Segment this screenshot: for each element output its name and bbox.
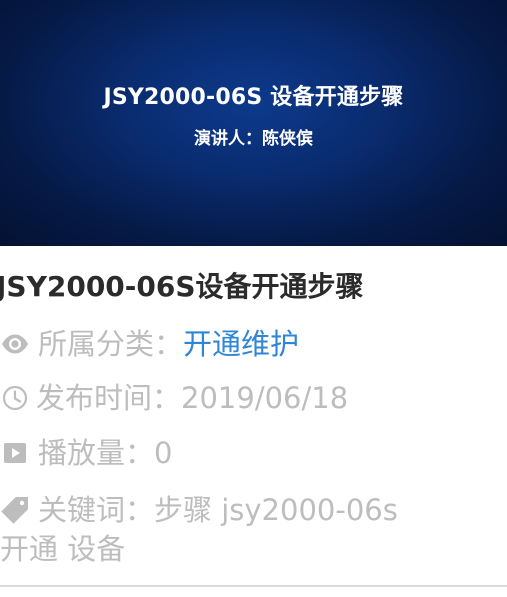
keywords-label: 关键词： (38, 493, 155, 527)
category-row: 所属分类： 开通维护 (0, 325, 299, 363)
video-cover-banner[interactable]: JSY2000-06S 设备开通步骤 演讲人：陈侠傧 (0, 0, 507, 246)
publish-date-row: 发布时间： 2019/06/18 (0, 379, 348, 417)
banner-title: JSY2000-06S 设备开通步骤 (103, 85, 404, 110)
publish-date-label: 发布时间： (36, 381, 182, 415)
eye-icon (0, 329, 30, 359)
keywords-value-line2: 开通 设备 (0, 532, 126, 566)
video-title: JSY2000-06S设备开通步骤 (0, 270, 364, 303)
play-count-row: 播放量： 0 (0, 434, 172, 472)
divider (0, 585, 507, 587)
video-detail-page: JSY2000-06S 设备开通步骤 演讲人：陈侠傧 JSY2000-06S设备… (0, 0, 507, 597)
play-count-value: 0 (154, 436, 173, 470)
play-square-icon (0, 438, 30, 468)
publish-date-value: 2019/06/18 (181, 381, 349, 415)
keywords-value-line1: 步骤 jsy2000-06s (154, 493, 398, 527)
keywords-row: 关键词： 步骤 jsy2000-06s (0, 491, 398, 529)
clock-icon (0, 383, 30, 413)
tag-icon (0, 495, 30, 525)
play-count-label: 播放量： (38, 436, 155, 470)
category-link[interactable]: 开通维护 (183, 325, 299, 363)
banner-speaker: 演讲人：陈侠傧 (194, 129, 313, 149)
category-label: 所属分类： (38, 327, 184, 361)
